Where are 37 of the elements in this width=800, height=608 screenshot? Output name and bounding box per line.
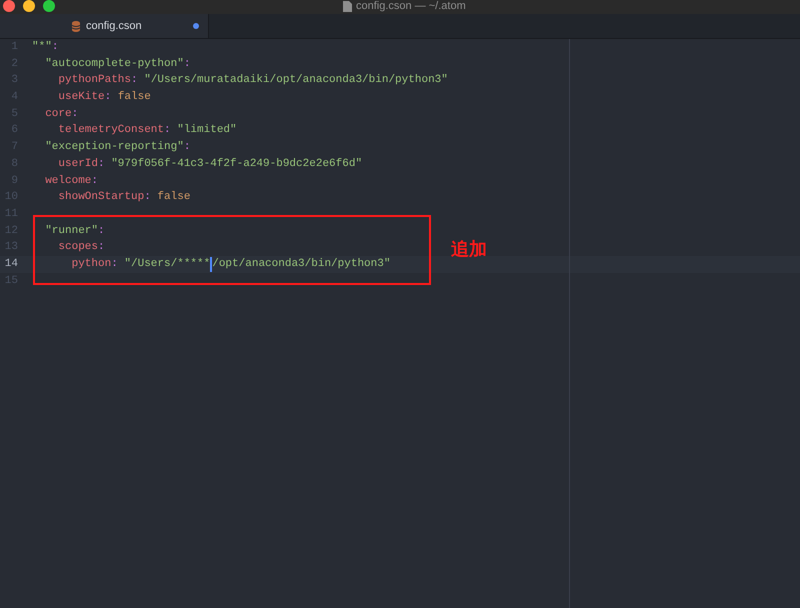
string-token: /opt/anaconda3/bin/python3" [212, 256, 390, 272]
punctuation-token: : [98, 240, 105, 256]
string-token: "/Users/muratadaiki/opt/anaconda3/bin/python3" [144, 73, 448, 88]
key-token: showOnStartup [58, 190, 144, 206]
punctuation-token: : [184, 140, 190, 156]
constant-token: false [157, 190, 190, 206]
punctuation-token: : [52, 40, 58, 55]
window-title: config.cson — ~/.atom [356, 0, 466, 13]
string-token: "exception-reporting" [45, 140, 184, 156]
punctuation-token: : [131, 73, 138, 88]
key-token: core [45, 106, 72, 122]
key-token: scopes [58, 240, 98, 256]
constant-token: false [118, 90, 151, 106]
string-token: "autocomplete-python" [45, 56, 184, 72]
punctuation-token: : [91, 174, 98, 188]
punctuation-token: : [111, 256, 118, 272]
punctuation-token: : [98, 224, 105, 239]
string-token: "runner" [45, 224, 98, 239]
string-token: "*" [32, 40, 52, 55]
key-token: welcome [45, 174, 92, 188]
punctuation-token: : [104, 90, 112, 106]
punctuation-token: : [164, 123, 171, 138]
key-token: userId [58, 156, 98, 172]
key-token: python [72, 256, 112, 272]
string-token: "/Users/***** [124, 256, 210, 272]
string-token: "979f056f-41c3-4f2f-a249-b9dc2e2e6f6d" [111, 156, 362, 172]
key-token: pythonPaths [58, 73, 132, 88]
punctuation-token: : [144, 190, 151, 206]
key-token: telemetryConsent [58, 123, 164, 138]
key-token: useKite [58, 90, 105, 106]
editor-tab[interactable]: config.cson [0, 14, 209, 38]
punctuation-token: : [72, 106, 78, 122]
string-token: "limited" [177, 123, 237, 138]
annotation-label: 追加 [451, 238, 487, 261]
line-number: 14 [4, 256, 19, 272]
punctuation-token: : [184, 56, 190, 72]
punctuation-token: : [98, 156, 105, 172]
